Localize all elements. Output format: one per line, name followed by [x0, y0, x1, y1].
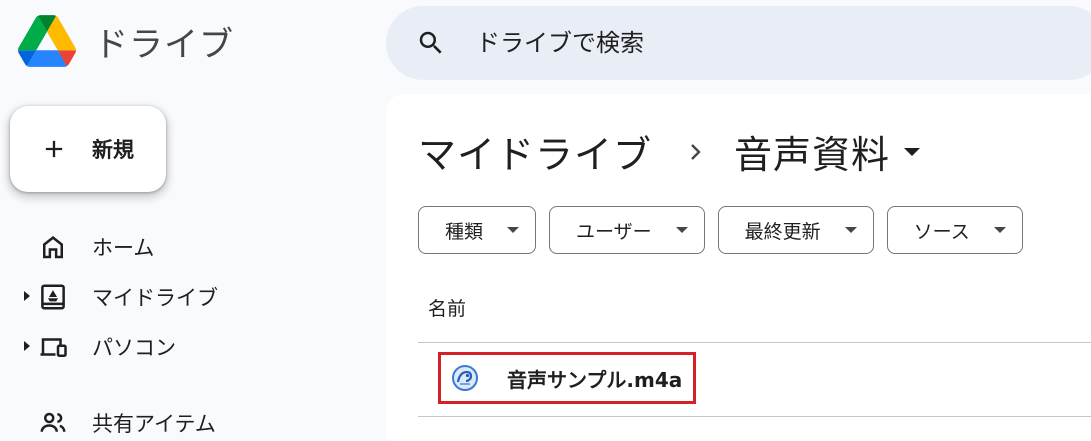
- file-row[interactable]: 音声サンプル.m4a: [438, 352, 696, 404]
- app-title: ドライブ: [94, 24, 234, 65]
- breadcrumb-current-folder[interactable]: 音声資料: [734, 124, 890, 179]
- filter-label: ユーザー: [576, 220, 652, 243]
- expand-caret-icon[interactable]: [24, 341, 30, 351]
- search-bar[interactable]: [386, 6, 1091, 80]
- sidebar-item-label: マイドライブ: [92, 286, 218, 310]
- filter-type[interactable]: 種類: [418, 206, 537, 254]
- column-header-name[interactable]: 名前: [428, 294, 466, 321]
- folder-menu-dropdown-icon[interactable]: [904, 147, 921, 156]
- home-icon: [43, 236, 63, 259]
- row-divider: [418, 416, 1091, 417]
- search-icon[interactable]: [416, 28, 446, 58]
- sidebar-item-computers[interactable]: パソコン: [0, 322, 380, 372]
- filter-label: ソース: [913, 220, 970, 243]
- filter-modified[interactable]: 最終更新: [717, 206, 874, 254]
- chevron-down-icon: [675, 227, 688, 233]
- chevron-down-icon: [993, 227, 1006, 233]
- filter-label: 種類: [445, 220, 484, 243]
- filter-label: 最終更新: [744, 220, 821, 243]
- sidebar-item-label: パソコン: [92, 336, 176, 360]
- new-button-label: 新規: [92, 138, 134, 162]
- sidebar-item-label: 共有アイテム: [92, 412, 216, 436]
- breadcrumb-my-drive[interactable]: マイドライブ: [418, 124, 652, 179]
- drive-app: ドライブ 新規 ホーム マイドライブ: [0, 0, 1091, 441]
- main-content: マイドライブ 音声資料 種類 ユーザー 最終更新 ソース 名前 音声サンプル.m…: [386, 94, 1091, 441]
- filter-chips: 種類 ユーザー 最終更新 ソース: [418, 206, 1036, 254]
- filter-people[interactable]: ユーザー: [549, 206, 705, 254]
- chevron-down-icon: [507, 227, 520, 233]
- file-name: 音声サンプル.m4a: [507, 367, 683, 392]
- expand-caret-icon[interactable]: [24, 291, 30, 301]
- computers-icon: [40, 338, 67, 357]
- plus-icon: [45, 140, 63, 158]
- audio-file-icon: [452, 365, 478, 391]
- sidebar-item-shared[interactable]: 共有アイテム: [0, 398, 380, 441]
- sidebar-item-my-drive[interactable]: マイドライブ: [0, 272, 380, 322]
- shared-icon: [40, 412, 66, 432]
- sidebar-item-label: ホーム: [92, 236, 155, 260]
- my-drive-icon: [41, 284, 65, 310]
- search-input[interactable]: [474, 28, 1038, 58]
- chevron-right-icon: [691, 143, 701, 160]
- header-divider: [418, 342, 1091, 343]
- sidebar-item-home[interactable]: ホーム: [0, 222, 380, 272]
- google-drive-logo-icon: [18, 15, 76, 67]
- sidebar-nav: ホーム マイドライブ パソコン 共有アイテム: [0, 222, 380, 441]
- new-button[interactable]: 新規: [10, 106, 166, 192]
- drive-logo[interactable]: ドライブ: [18, 14, 234, 68]
- breadcrumb: マイドライブ 音声資料: [418, 124, 921, 179]
- filter-source[interactable]: ソース: [886, 206, 1023, 254]
- chevron-down-icon: [844, 227, 857, 233]
